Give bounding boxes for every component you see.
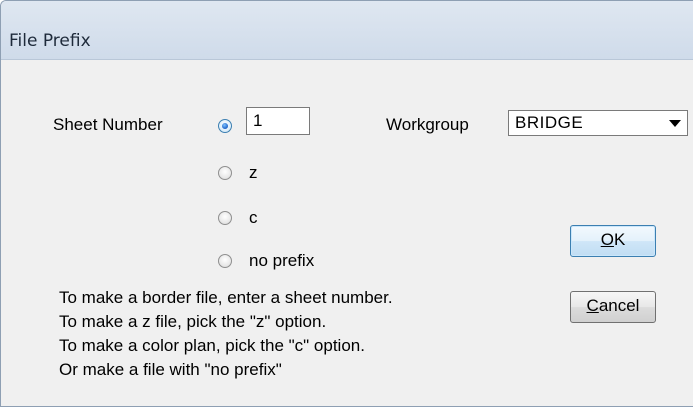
radio-z-label[interactable]: z [249, 163, 258, 183]
radio-no-prefix[interactable] [218, 254, 232, 268]
chevron-down-icon [669, 120, 681, 127]
sheet-number-label: Sheet Number [53, 115, 163, 134]
instruction-line: To make a border file, enter a sheet num… [59, 288, 393, 307]
instruction-line: Or make a file with "no prefix" [59, 360, 282, 379]
ok-label-rest: K [613, 230, 626, 249]
workgroup-select[interactable]: BRIDGE [508, 110, 688, 136]
cancel-button[interactable]: Cancel [570, 291, 656, 323]
cancel-accelerator: C [586, 296, 599, 315]
window-title: File Prefix [9, 31, 91, 51]
workgroup-selected-value: BRIDGE [515, 113, 584, 132]
instruction-line: To make a color plan, pick the "c" optio… [59, 336, 365, 355]
workgroup-label: Workgroup [386, 115, 469, 134]
file-prefix-dialog: File Prefix Sheet Number 1 z c no prefix… [0, 0, 693, 407]
radio-z[interactable] [218, 166, 232, 180]
sheet-number-input[interactable]: 1 [246, 107, 310, 135]
radio-no-prefix-label[interactable]: no prefix [249, 251, 314, 271]
radio-c[interactable] [218, 211, 232, 225]
cancel-label-rest: ancel [598, 296, 640, 315]
ok-button[interactable]: OK [570, 225, 656, 257]
title-bar[interactable]: File Prefix [1, 1, 693, 60]
radio-sheet-number[interactable] [218, 119, 232, 133]
instruction-line: To make a z file, pick the "z" option. [59, 312, 327, 331]
radio-c-label[interactable]: c [249, 208, 258, 228]
ok-accelerator: O [600, 230, 614, 249]
